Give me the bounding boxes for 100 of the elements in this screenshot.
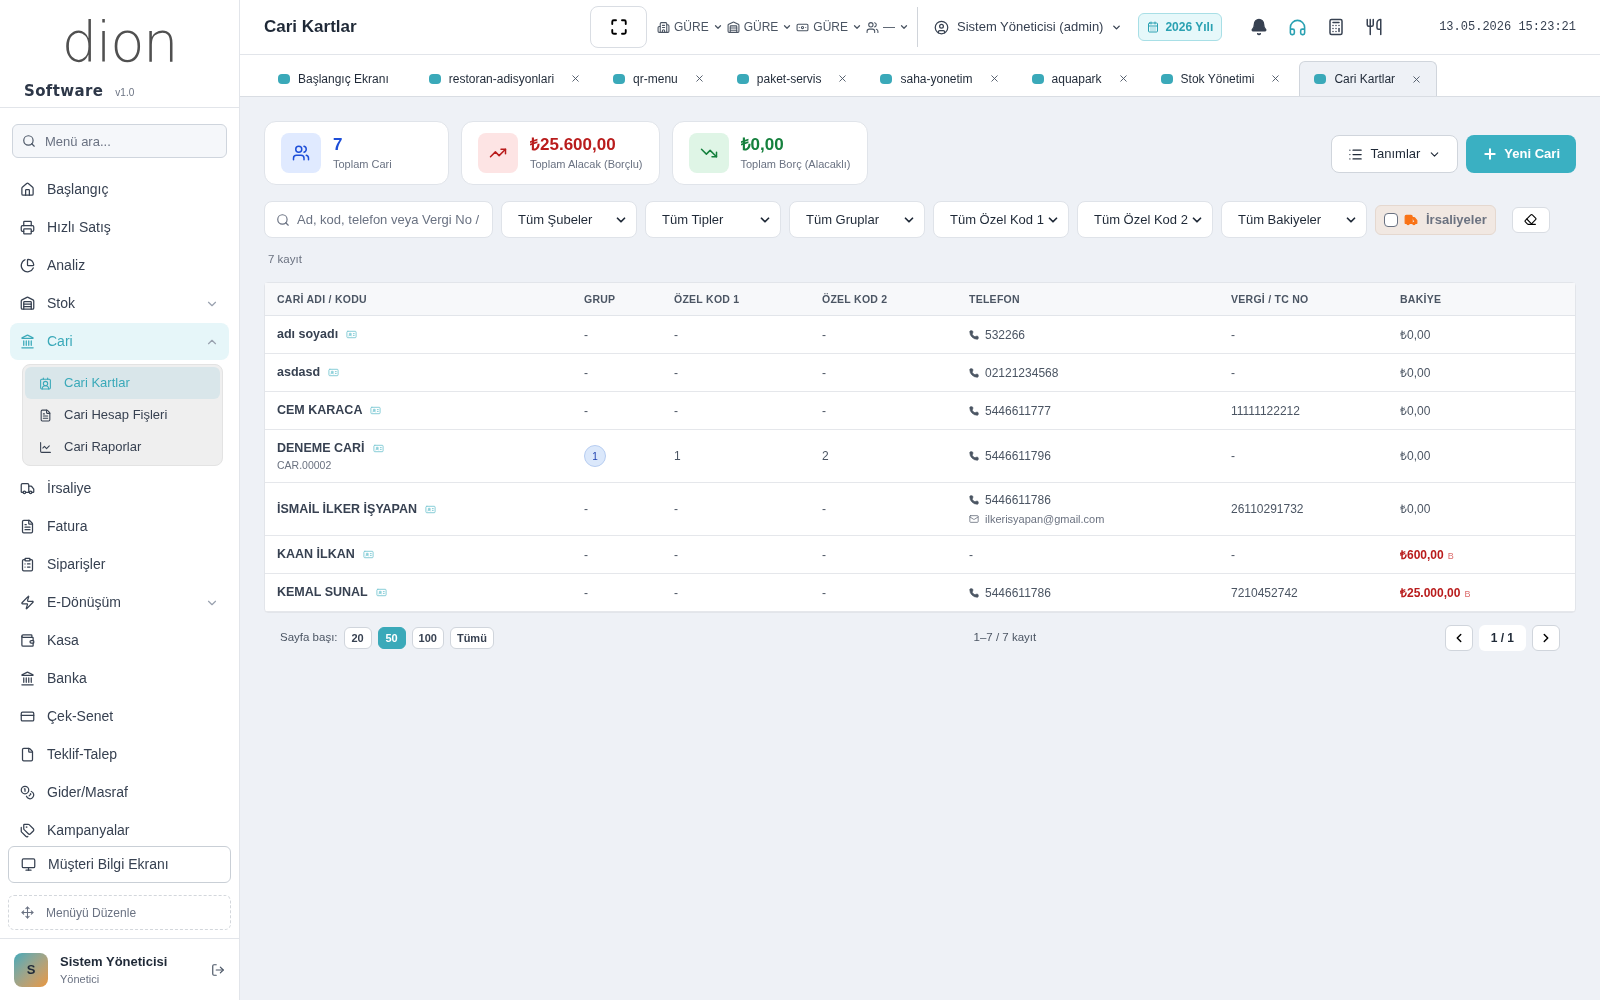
branch-selector[interactable]: GÜRE	[726, 18, 793, 36]
close-icon[interactable]	[1411, 73, 1423, 85]
balance-value: ₺0,00	[1400, 402, 1431, 420]
clipboard-icon	[20, 557, 35, 572]
contact-card-icon	[39, 376, 52, 390]
tab-icon	[428, 73, 441, 84]
phone-icon	[969, 451, 979, 461]
line-chart-icon	[39, 440, 52, 454]
tab-icon	[736, 73, 749, 84]
sidebar-item[interactable]: Analiz	[10, 247, 229, 284]
close-icon[interactable]	[1117, 73, 1129, 84]
branch-selector[interactable]: GÜRE	[657, 18, 723, 36]
page-size-button[interactable]: 100	[411, 627, 444, 649]
filter-select[interactable]: Tüm Tipler	[645, 201, 781, 238]
printer-icon	[20, 220, 35, 235]
branch-selector[interactable]: —	[866, 18, 909, 36]
tab[interactable]: qr-menu	[599, 61, 719, 96]
sidebar-item[interactable]: Kampanyalar	[10, 812, 229, 846]
filter-select[interactable]: Tüm Şubeler	[501, 201, 637, 238]
search-field[interactable]: Ad, kod, telefon veya Vergi No /	[264, 201, 493, 238]
sidebar-item[interactable]: Çek-Senet	[10, 698, 229, 735]
special-code-value: -	[674, 502, 678, 516]
user-avatar: S	[14, 952, 48, 987]
next-page-button[interactable]	[1532, 625, 1560, 651]
menu-search-field[interactable]: Menü ara...	[12, 124, 227, 158]
page-size-button[interactable]: Tümü	[449, 627, 494, 649]
tab-icon	[278, 73, 290, 84]
clear-filters-button[interactable]	[1511, 206, 1550, 233]
table-row[interactable]: KEMAL SUNAL - - - 5446611786 7210452742 ₺25.000,00 B	[265, 574, 1575, 612]
submenu-item[interactable]: Cari Raporlar	[25, 431, 220, 463]
tax-number: -	[1231, 449, 1235, 463]
close-icon[interactable]	[570, 73, 582, 84]
headset-icon[interactable]	[1288, 17, 1308, 37]
tab[interactable]: aquapark	[1017, 61, 1143, 96]
table-row[interactable]: asdasd - - - 02121234568 - ₺0,00	[265, 354, 1575, 392]
account-name: adı soyadı	[277, 326, 339, 344]
table-row[interactable]: DENEME CARİ CAR.00002 1 1 2 5446611796 - ₺0,00	[265, 430, 1575, 483]
special-code-value: -	[674, 403, 678, 418]
sidebar-item[interactable]: E-Dönüşüm	[10, 584, 229, 621]
filter-select[interactable]: Tüm Özel Kod 2	[1077, 201, 1213, 238]
document-icon	[39, 408, 52, 422]
special-code-value: -	[822, 327, 826, 342]
sidebar-item[interactable]: Stok	[10, 285, 229, 322]
phone-icon	[969, 367, 979, 378]
logout-icon[interactable]	[211, 962, 225, 977]
balance-value: ₺25.000,00	[1400, 584, 1461, 602]
fullscreen-button[interactable]	[590, 6, 647, 48]
sidebar-item[interactable]: Kasa	[10, 622, 229, 659]
tab[interactable]: saha-yonetim	[866, 61, 1014, 96]
page-size-button[interactable]: 20	[343, 627, 372, 649]
tab[interactable]: restoran-adisyonlari	[414, 61, 596, 96]
checkbox[interactable]	[1384, 212, 1398, 227]
calculator-icon[interactable]	[1327, 18, 1346, 36]
tab[interactable]: paket-servis	[722, 61, 863, 96]
close-icon[interactable]	[837, 73, 849, 84]
filter-select[interactable]: Tüm Gruplar	[789, 201, 925, 238]
mail-icon	[969, 514, 979, 524]
tab[interactable]: Cari Kartlar	[1299, 61, 1438, 96]
special-code-value: -	[822, 585, 826, 600]
tab-icon	[1314, 74, 1327, 84]
customer-screen-button[interactable]: Müşteri Bilgi Ekranı	[8, 846, 231, 883]
tax-number: 26110291732	[1231, 502, 1304, 516]
caret-icon	[899, 22, 909, 32]
sidebar-item[interactable]: Teklif-Talep	[10, 736, 229, 773]
close-icon[interactable]	[693, 73, 705, 84]
sidebar-item[interactable]: Fatura	[10, 508, 229, 545]
balance-value: ₺0,00	[1400, 501, 1431, 518]
sidebar-item[interactable]: Hızlı Satış	[10, 209, 229, 246]
table-row[interactable]: adı soyadı - - - 532266 - ₺0,00	[265, 316, 1575, 354]
filter-select[interactable]: Tüm Bakiyeler	[1221, 201, 1367, 238]
filter-select[interactable]: Tüm Özel Kod 1	[933, 201, 1069, 238]
phone-number: -	[969, 546, 974, 564]
table-row[interactable]: İSMAİL İLKER İŞYAPAN - - - 5446611786 ilkerisyapan@gmail.com 26110291732 ₺0,00	[265, 483, 1575, 536]
waybill-toggle[interactable]: İrsaliyeler	[1375, 204, 1496, 235]
column-header: TELEFON	[969, 293, 1020, 305]
bell-icon[interactable]	[1250, 18, 1269, 36]
sidebar-item[interactable]: Siparişler	[10, 546, 229, 583]
previous-page-button[interactable]	[1444, 625, 1473, 651]
close-icon[interactable]	[1270, 73, 1282, 84]
close-icon[interactable]	[988, 73, 1000, 84]
sidebar-item[interactable]: Gider/Masraf	[10, 774, 229, 811]
submenu-item[interactable]: Cari Hesap Fişleri	[25, 399, 220, 431]
sidebar-item[interactable]: Banka	[10, 660, 229, 697]
tab[interactable]: Stok Yönetimi	[1146, 61, 1296, 96]
sidebar-item[interactable]: Başlangıç	[10, 171, 229, 208]
tab[interactable]: Başlangıç Ekranı	[264, 61, 411, 96]
utensils-icon[interactable]	[1365, 18, 1384, 36]
user-menu[interactable]: Sistem Yöneticisi (admin)	[934, 17, 1123, 37]
special-code-value: -	[674, 547, 678, 562]
table-row[interactable]: CEM KARACA - - - 5446611777 11111122212 ₺0,00	[265, 392, 1575, 430]
sidebar-item[interactable]: İrsaliye	[10, 470, 229, 507]
table-row[interactable]: KAAN İLKAN - - - - - ₺600,00 B	[265, 536, 1575, 574]
group-value: -	[584, 547, 588, 562]
account-name: İSMAİL İLKER İŞYAPAN	[277, 500, 418, 518]
edit-menu-button[interactable]: Menüyü Düzenle	[8, 895, 231, 930]
definitions-button[interactable]: Tanımlar	[1330, 135, 1459, 173]
branch-selector[interactable]: GÜRE	[796, 18, 862, 36]
brand-name: Software	[24, 81, 104, 102]
group-value: -	[584, 502, 588, 516]
lightning-icon	[20, 595, 35, 610]
